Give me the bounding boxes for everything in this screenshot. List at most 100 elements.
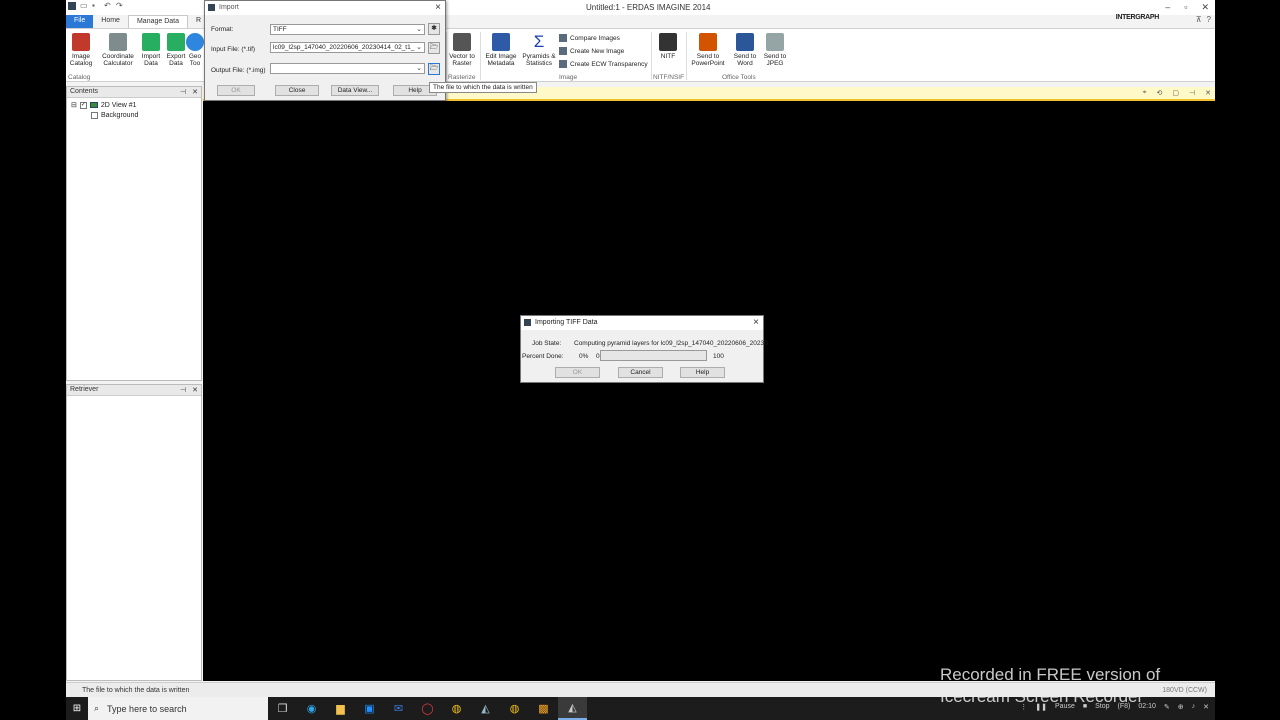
file-explorer-icon[interactable]: ▆ xyxy=(326,697,355,720)
tooltip: The file to which the data is written xyxy=(429,82,537,93)
globe-icon xyxy=(186,33,204,51)
view-tool-icon[interactable]: ▢ xyxy=(1172,89,1179,97)
maximize-icon[interactable]: ▫ xyxy=(1184,2,1187,13)
close-icon[interactable]: ✕ xyxy=(1205,89,1211,97)
folder-icon: 🗁 xyxy=(429,44,439,51)
contents-tree: ⊟ ✓ 2D View #1 Background xyxy=(67,98,201,122)
powerpoint-icon xyxy=(699,33,717,51)
job-state-label: Job State: xyxy=(532,340,562,347)
geo-tools-button[interactable]: Geo Too xyxy=(185,33,205,67)
pen-icon[interactable]: ✎ xyxy=(1164,703,1170,711)
2d-view-canvas[interactable] xyxy=(203,101,1215,681)
tab-home[interactable]: Home xyxy=(93,15,128,28)
image-catalog-button[interactable]: Image Catalog xyxy=(66,33,96,67)
help-icon[interactable]: ? xyxy=(1207,15,1211,24)
mail-icon[interactable]: ✉ xyxy=(384,697,413,720)
nitf-button[interactable]: NITF xyxy=(653,33,683,60)
import-icon xyxy=(142,33,160,51)
tab-file[interactable]: File xyxy=(66,15,94,28)
progress-dialog-titlebar: Importing TIFF Data × xyxy=(521,316,763,330)
data-view-button[interactable]: Data View... xyxy=(331,85,379,96)
zoom-icon[interactable]: ⊕ xyxy=(1178,703,1184,711)
minimize-icon[interactable]: – xyxy=(1165,2,1170,13)
opera-icon[interactable]: ◯ xyxy=(413,697,442,720)
input-file-label: Input File: (*.tif) xyxy=(211,46,256,53)
input-browse-button[interactable]: 🗁 xyxy=(428,42,440,54)
close-icon[interactable]: ✕ xyxy=(1201,2,1209,13)
pin-icon[interactable]: ⊣ xyxy=(180,88,186,96)
task-view-icon[interactable]: ❐ xyxy=(268,697,297,720)
send-to-powerpoint-button[interactable]: Send to PowerPoint xyxy=(688,33,728,67)
intergraph-logo: INTERGRAPH xyxy=(1115,14,1160,21)
screen-left-margin xyxy=(0,0,66,720)
edit-metadata-button[interactable]: Edit Image Metadata xyxy=(483,33,519,67)
view-checkbox[interactable]: ✓ xyxy=(79,101,87,109)
volume-icon[interactable]: ♪ xyxy=(1192,703,1196,711)
tree-item-background[interactable]: Background xyxy=(71,110,197,120)
erdas-active-taskbar-icon[interactable]: ◭ xyxy=(558,697,587,720)
app-icon[interactable] xyxy=(68,2,76,10)
windows-start-icon[interactable]: ⊞ xyxy=(66,697,88,720)
redo-icon[interactable]: ↷ xyxy=(116,2,124,10)
send-to-word-button[interactable]: Send to Word xyxy=(730,33,760,67)
close-icon[interactable]: ✕ xyxy=(1203,703,1209,711)
save-icon[interactable]: ▪ xyxy=(92,2,100,10)
ecw-icon xyxy=(559,60,567,68)
create-ecw-transparency-button[interactable]: Create ECW Transparency xyxy=(559,60,648,68)
pin-icon[interactable]: ⊣ xyxy=(180,386,186,394)
pyramids-statistics-button[interactable]: Σ Pyramids & Statistics xyxy=(521,32,557,68)
create-new-image-button[interactable]: Create New Image xyxy=(559,47,624,55)
send-to-jpeg-button[interactable]: Send to JPEG xyxy=(760,33,790,67)
new-image-icon xyxy=(559,47,567,55)
open-icon[interactable]: ▭ xyxy=(80,2,88,10)
close-icon[interactable]: × xyxy=(435,2,441,13)
format-label: Format: xyxy=(211,26,234,33)
metadata-icon xyxy=(492,33,510,51)
recorder-icon[interactable]: ▩ xyxy=(529,697,558,720)
view-tool-icon[interactable]: ⌖ xyxy=(1143,89,1147,97)
compare-images-button[interactable]: Compare Images xyxy=(559,34,620,42)
erdas-taskbar-icon[interactable]: ◭ xyxy=(471,697,500,720)
layer-checkbox[interactable] xyxy=(91,111,98,119)
input-file-field[interactable]: lc09_l2sp_147040_20220606_20230414_02_t1… xyxy=(270,42,425,53)
progress-bar xyxy=(600,350,707,361)
format-select[interactable]: TIFF ⌄ xyxy=(270,24,425,35)
collapse-icon[interactable]: ⊟ xyxy=(71,101,77,109)
output-file-field[interactable]: ⌄ xyxy=(270,63,425,74)
calculator-icon xyxy=(109,33,127,51)
output-file-label: Output File: (*.img) xyxy=(211,67,266,74)
ribbon-separator xyxy=(651,32,652,80)
cancel-button[interactable]: Cancel xyxy=(618,367,663,378)
view-tool-icon[interactable]: ⟲ xyxy=(1157,89,1163,97)
taskbar-search[interactable]: ⌕ Type here to search xyxy=(88,697,268,720)
chevron-down-icon: ⌄ xyxy=(416,65,422,72)
close-icon[interactable]: ✕ xyxy=(192,88,198,96)
job-state-value: Computing pyramid layers for lc09_l2sp_1… xyxy=(574,340,768,347)
help-button[interactable]: Help xyxy=(680,367,725,378)
export-icon xyxy=(167,33,185,51)
window-title: Untitled:1 - ERDAS IMAGINE 2014 xyxy=(586,3,711,12)
recorder-watermark: Recorded in FREE version of Icecream Scr… xyxy=(940,665,1161,706)
status-coords: 180VD (CCW) xyxy=(1162,687,1207,694)
retriever-header: Retriever ⊣ ✕ xyxy=(67,385,201,396)
tab-manage-data[interactable]: Manage Data xyxy=(127,15,188,28)
close-icon[interactable]: × xyxy=(753,317,759,328)
arrow-icon[interactable]: ⊼ xyxy=(1196,15,1202,24)
chrome-icon[interactable]: ◍ xyxy=(500,697,529,720)
contents-header: Contents ⊣ ✕ xyxy=(67,87,201,98)
undo-icon[interactable]: ↶ xyxy=(104,2,112,10)
pin-icon[interactable]: ⊣ xyxy=(1189,89,1195,97)
output-browse-button[interactable]: 🗁 xyxy=(428,63,440,75)
sigma-icon: Σ xyxy=(533,32,545,51)
format-options-button[interactable]: ✱ xyxy=(428,23,440,35)
vector-to-raster-button[interactable]: Vector to Raster xyxy=(447,33,477,67)
close-button[interactable]: Close xyxy=(275,85,319,96)
chrome-icon[interactable]: ◍ xyxy=(442,697,471,720)
coordinate-calculator-button[interactable]: Coordinate Calculator xyxy=(100,33,136,67)
ok-button[interactable]: OK xyxy=(217,85,255,96)
ok-button[interactable]: OK xyxy=(555,367,600,378)
edge-icon[interactable]: ◉ xyxy=(297,697,326,720)
store-icon[interactable]: ▣ xyxy=(355,697,384,720)
tree-item-view[interactable]: ⊟ ✓ 2D View #1 xyxy=(71,100,197,110)
close-icon[interactable]: ✕ xyxy=(192,386,198,394)
